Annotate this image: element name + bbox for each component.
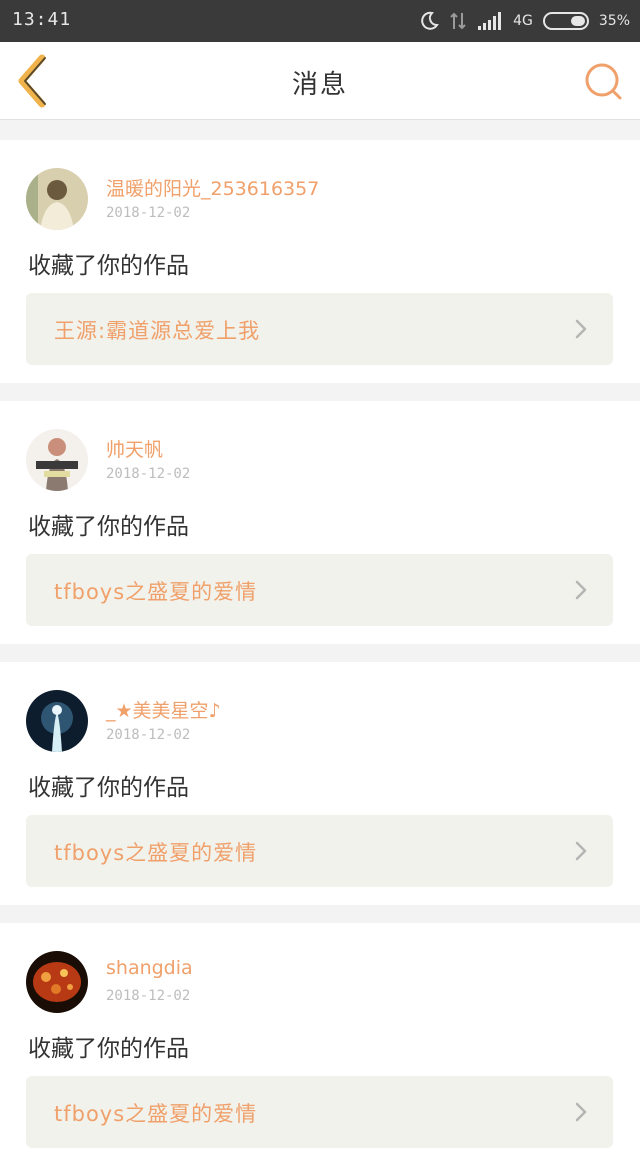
chevron-right-icon (575, 319, 587, 339)
status-bar: 13:41 4G 35% (0, 0, 640, 42)
network-type: 4G (513, 13, 533, 29)
message-date: 2018-12-02 (106, 988, 191, 1004)
chevron-right-icon (575, 1102, 587, 1122)
nav-bar: 消息 (0, 42, 640, 120)
status-time: 13:41 (12, 9, 72, 30)
message-card: _★美美星空♪ 2018-12-02 收藏了你的作品 tfboys之盛夏的爱情 (0, 662, 640, 905)
message-date: 2018-12-02 (106, 466, 191, 482)
action-text: 收藏了你的作品 (28, 775, 189, 801)
username[interactable]: 温暖的阳光_253616357 (106, 174, 319, 201)
status-icons: 4G 35% (419, 0, 630, 42)
action-text: 收藏了你的作品 (28, 1036, 189, 1062)
work-link[interactable]: 王源:霸道源总爱上我 (26, 293, 613, 365)
username[interactable]: 帅天帆 (106, 435, 163, 462)
search-icon (585, 63, 622, 100)
battery-icon (542, 12, 589, 30)
message-card: 帅天帆 2018-12-02 收藏了你的作品 tfboys之盛夏的爱情 (0, 401, 640, 644)
work-title: tfboys之盛夏的爱情 (54, 841, 258, 865)
work-title: tfboys之盛夏的爱情 (54, 580, 258, 604)
message-card: shangdia 2018-12-02 收藏了你的作品 tfboys之盛夏的爱情 (0, 923, 640, 1166)
work-link[interactable]: tfboys之盛夏的爱情 (26, 815, 613, 887)
work-title: tfboys之盛夏的爱情 (54, 1102, 258, 1126)
work-link[interactable]: tfboys之盛夏的爱情 (26, 1076, 613, 1148)
battery-percent: 35% (598, 13, 630, 29)
message-date: 2018-12-02 (106, 727, 191, 743)
message-date: 2018-12-02 (106, 205, 191, 221)
avatar[interactable] (26, 168, 88, 230)
page-title: 消息 (291, 70, 348, 100)
search-button[interactable] (582, 60, 626, 104)
message-card: 温暖的阳光_253616357 2018-12-02 收藏了你的作品 王源:霸道… (0, 140, 640, 383)
work-link[interactable]: tfboys之盛夏的爱情 (26, 554, 613, 626)
chevron-right-icon (575, 580, 587, 600)
work-title: 王源:霸道源总爱上我 (54, 319, 261, 343)
action-text: 收藏了你的作品 (28, 514, 189, 540)
avatar[interactable] (26, 690, 88, 752)
username[interactable]: _★美美星空♪ (106, 696, 221, 723)
chevron-right-icon (575, 841, 587, 861)
data-arrows-icon (450, 12, 466, 30)
avatar[interactable] (26, 951, 88, 1013)
username[interactable]: shangdia (106, 957, 193, 979)
signal-icon (478, 12, 502, 30)
moon-icon (421, 11, 439, 30)
action-text: 收藏了你的作品 (28, 253, 189, 279)
avatar[interactable] (26, 429, 88, 491)
